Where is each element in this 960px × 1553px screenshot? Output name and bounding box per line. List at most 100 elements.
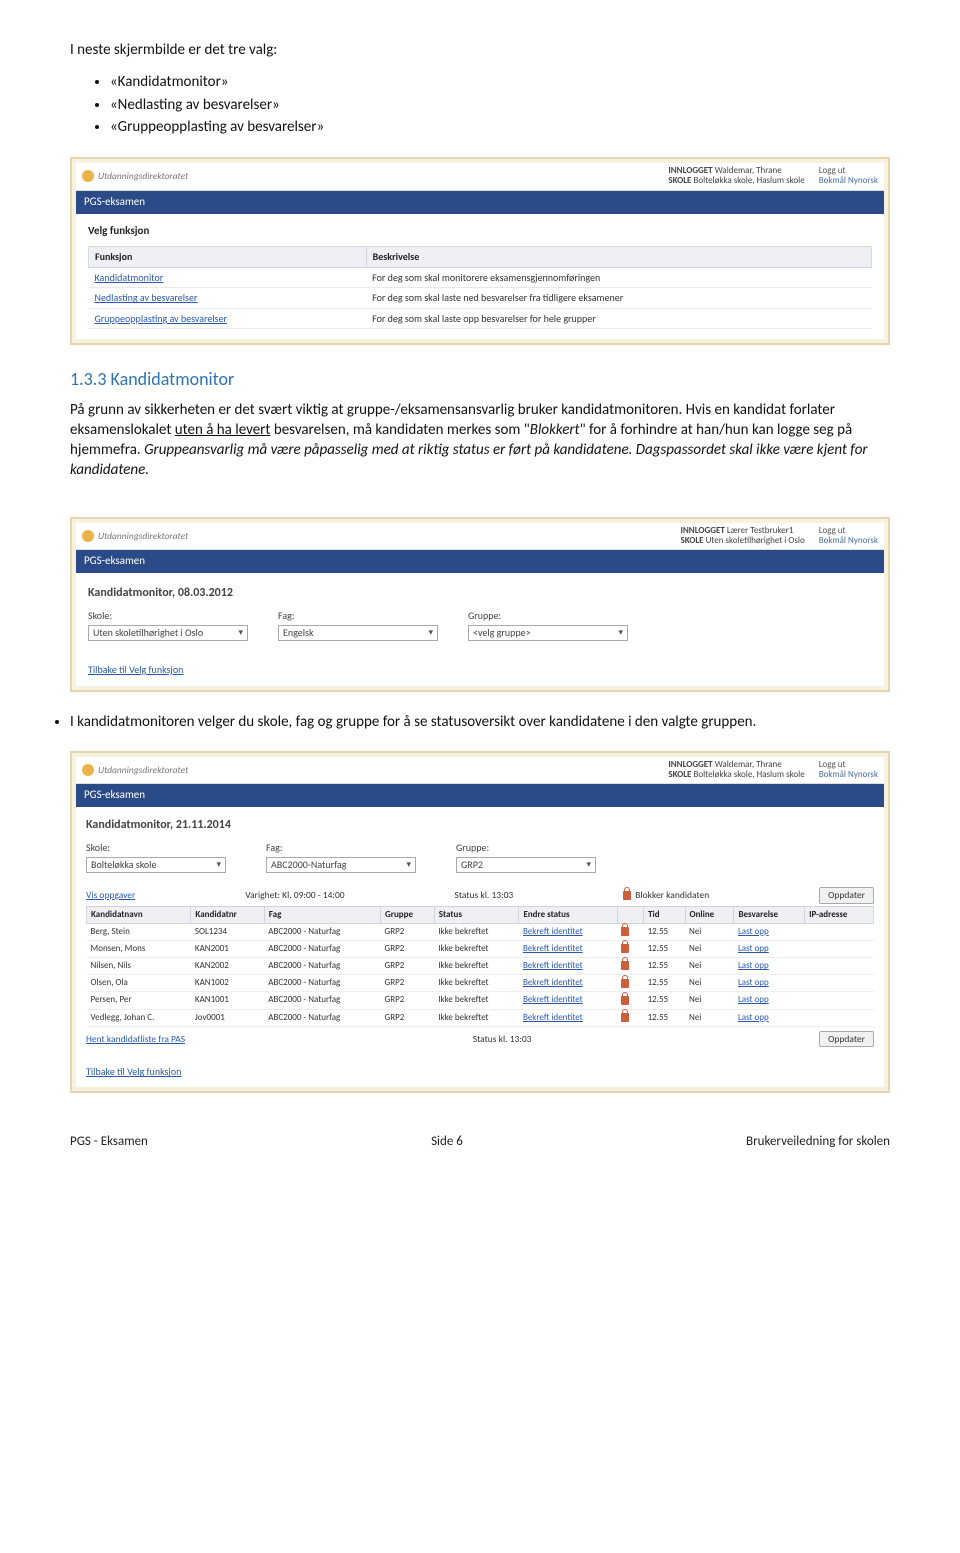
cell-lock[interactable] (617, 975, 643, 992)
lang-bokmal[interactable]: Bokmål (819, 769, 846, 780)
cell-status: Ikke bekreftet (434, 958, 519, 975)
cell-online: Nei (685, 975, 734, 992)
func-link[interactable]: Nedlasting av besvarelser (89, 288, 367, 309)
section-heading: 1.3.3 Kandidatmonitor (70, 367, 890, 391)
lastopp-link[interactable]: Last opp (734, 940, 805, 957)
cell-lock[interactable] (617, 958, 643, 975)
th-beskrivelse: Beskrivelse (366, 247, 871, 268)
lock-icon (621, 944, 629, 953)
skole-label: SKOLE (680, 535, 703, 546)
footer-left: PGS - Eksamen (70, 1133, 148, 1151)
lastopp-link[interactable]: Last opp (734, 1009, 805, 1026)
logout-link[interactable]: Logg ut (819, 165, 846, 176)
cell-gruppe: GRP2 (381, 1009, 435, 1026)
table-row: Monsen, MonsKAN2001ABC2000 - NaturfagGRP… (87, 940, 874, 957)
fag-select[interactable]: ABC2000-Naturfag (266, 857, 416, 873)
cell-gruppe: GRP2 (381, 975, 435, 992)
lock-icon (621, 927, 629, 936)
back-link[interactable]: Tilbake til Velg funksjon (88, 663, 183, 677)
cell-ip (805, 940, 874, 957)
fag-select[interactable]: Engelsk (278, 625, 438, 641)
velg-funksjon-heading: Velg funksjon (88, 224, 872, 239)
list-item: «Gruppeopplasting av besvarelser» (110, 117, 890, 137)
cell-nr: KAN1002 (191, 975, 264, 992)
login-user: Waldemar, Thrane (715, 759, 782, 770)
lang-nynorsk[interactable]: Nynorsk (848, 175, 878, 186)
cell-lock[interactable] (617, 940, 643, 957)
gruppe-select[interactable]: GRP2 (456, 857, 596, 873)
cell-status: Ikke bekreftet (434, 923, 519, 940)
bekreft-link[interactable]: Bekreft identitet (519, 940, 617, 957)
cell-navn: Monsen, Mons (87, 940, 191, 957)
func-desc: For deg som skal monitorere eksamensgjen… (366, 267, 871, 288)
intro-list: «Kandidatmonitor» «Nedlasting av besvare… (110, 72, 890, 137)
cell-status: Ikke bekreftet (434, 975, 519, 992)
lock-icon (621, 996, 629, 1005)
logo-icon (82, 530, 94, 542)
th: Gruppe (381, 906, 435, 923)
cell-online: Nei (685, 992, 734, 1009)
cell-fag: ABC2000 - Naturfag (264, 940, 380, 957)
cell-lock[interactable] (617, 992, 643, 1009)
app-bar: PGS-eksamen (76, 784, 884, 807)
skole-value: Bolteløkka skole, Haslum skole (693, 175, 804, 186)
brand-text: Utdanningsdirektoratet (98, 170, 188, 183)
bekreft-link[interactable]: Bekreft identitet (519, 1009, 617, 1026)
cell-ip (805, 958, 874, 975)
table-row: Nilsen, NilsKAN2002ABC2000 - NaturfagGRP… (87, 958, 874, 975)
lang-bokmal[interactable]: Bokmål (819, 535, 846, 546)
func-link[interactable]: Gruppeopplasting av besvarelser (89, 308, 367, 329)
skole-select[interactable]: Bolteløkka skole (86, 857, 226, 873)
hent-kandidatliste-link[interactable]: Hent kandidatliste fra PAS (86, 1033, 185, 1046)
lang-nynorsk[interactable]: Nynorsk (848, 769, 878, 780)
bekreft-link[interactable]: Bekreft identitet (519, 923, 617, 940)
footer-center: Side 6 (431, 1133, 463, 1151)
brand-text: Utdanningsdirektoratet (98, 764, 188, 777)
lock-icon (621, 1013, 629, 1022)
skole-select[interactable]: Uten skoletilhørighet i Oslo (88, 625, 248, 641)
logout-link[interactable]: Logg ut (819, 525, 846, 536)
th: Online (685, 906, 734, 923)
login-label: INNLOGGET (668, 165, 712, 176)
skole-filter-label: Skole: (86, 841, 226, 855)
lang-nynorsk[interactable]: Nynorsk (848, 535, 878, 546)
cell-fag: ABC2000 - Naturfag (264, 992, 380, 1009)
back-link[interactable]: Tilbake til Velg funksjon (86, 1065, 181, 1079)
cell-lock[interactable] (617, 923, 643, 940)
th: Besvarelse (734, 906, 805, 923)
bekreft-link[interactable]: Bekreft identitet (519, 992, 617, 1009)
gruppe-select[interactable]: <velg gruppe> (468, 625, 628, 641)
cell-fag: ABC2000 - Naturfag (264, 975, 380, 992)
th: Tid (644, 906, 685, 923)
vis-oppgaver-link[interactable]: Vis oppgaver (86, 889, 135, 902)
lastopp-link[interactable]: Last opp (734, 992, 805, 1009)
lastopp-link[interactable]: Last opp (734, 958, 805, 975)
lock-icon (621, 961, 629, 970)
cell-gruppe: GRP2 (381, 958, 435, 975)
lastopp-link[interactable]: Last opp (734, 923, 805, 940)
list-item: «Kandidatmonitor» (110, 72, 890, 92)
screenshot-monitor-table: Utdanningsdirektoratet INNLOGGET Waldema… (70, 751, 890, 1093)
func-link[interactable]: Kandidatmonitor (89, 267, 367, 288)
lastopp-link[interactable]: Last opp (734, 975, 805, 992)
lang-bokmal[interactable]: Bokmål (819, 175, 846, 186)
cell-tid: 12.55 (644, 940, 685, 957)
cell-nr: SOL1234 (191, 923, 264, 940)
cell-ip (805, 1009, 874, 1026)
cell-online: Nei (685, 1009, 734, 1026)
bekreft-link[interactable]: Bekreft identitet (519, 975, 617, 992)
oppdater-button[interactable]: Oppdater (819, 887, 874, 904)
cell-gruppe: GRP2 (381, 923, 435, 940)
cell-status: Ikke bekreftet (434, 940, 519, 957)
logo-icon (82, 170, 94, 182)
cell-status: Ikke bekreftet (434, 1009, 519, 1026)
cell-lock[interactable] (617, 1009, 643, 1026)
fag-filter-label: Fag: (278, 609, 438, 623)
login-label: INNLOGGET (680, 525, 724, 536)
app-bar: PGS-eksamen (76, 550, 884, 573)
intro-text: I neste skjermbilde er det tre valg: (70, 40, 890, 60)
logout-link[interactable]: Logg ut (819, 759, 846, 770)
oppdater-button[interactable]: Oppdater (819, 1031, 874, 1048)
bekreft-link[interactable]: Bekreft identitet (519, 958, 617, 975)
cell-tid: 12.55 (644, 958, 685, 975)
